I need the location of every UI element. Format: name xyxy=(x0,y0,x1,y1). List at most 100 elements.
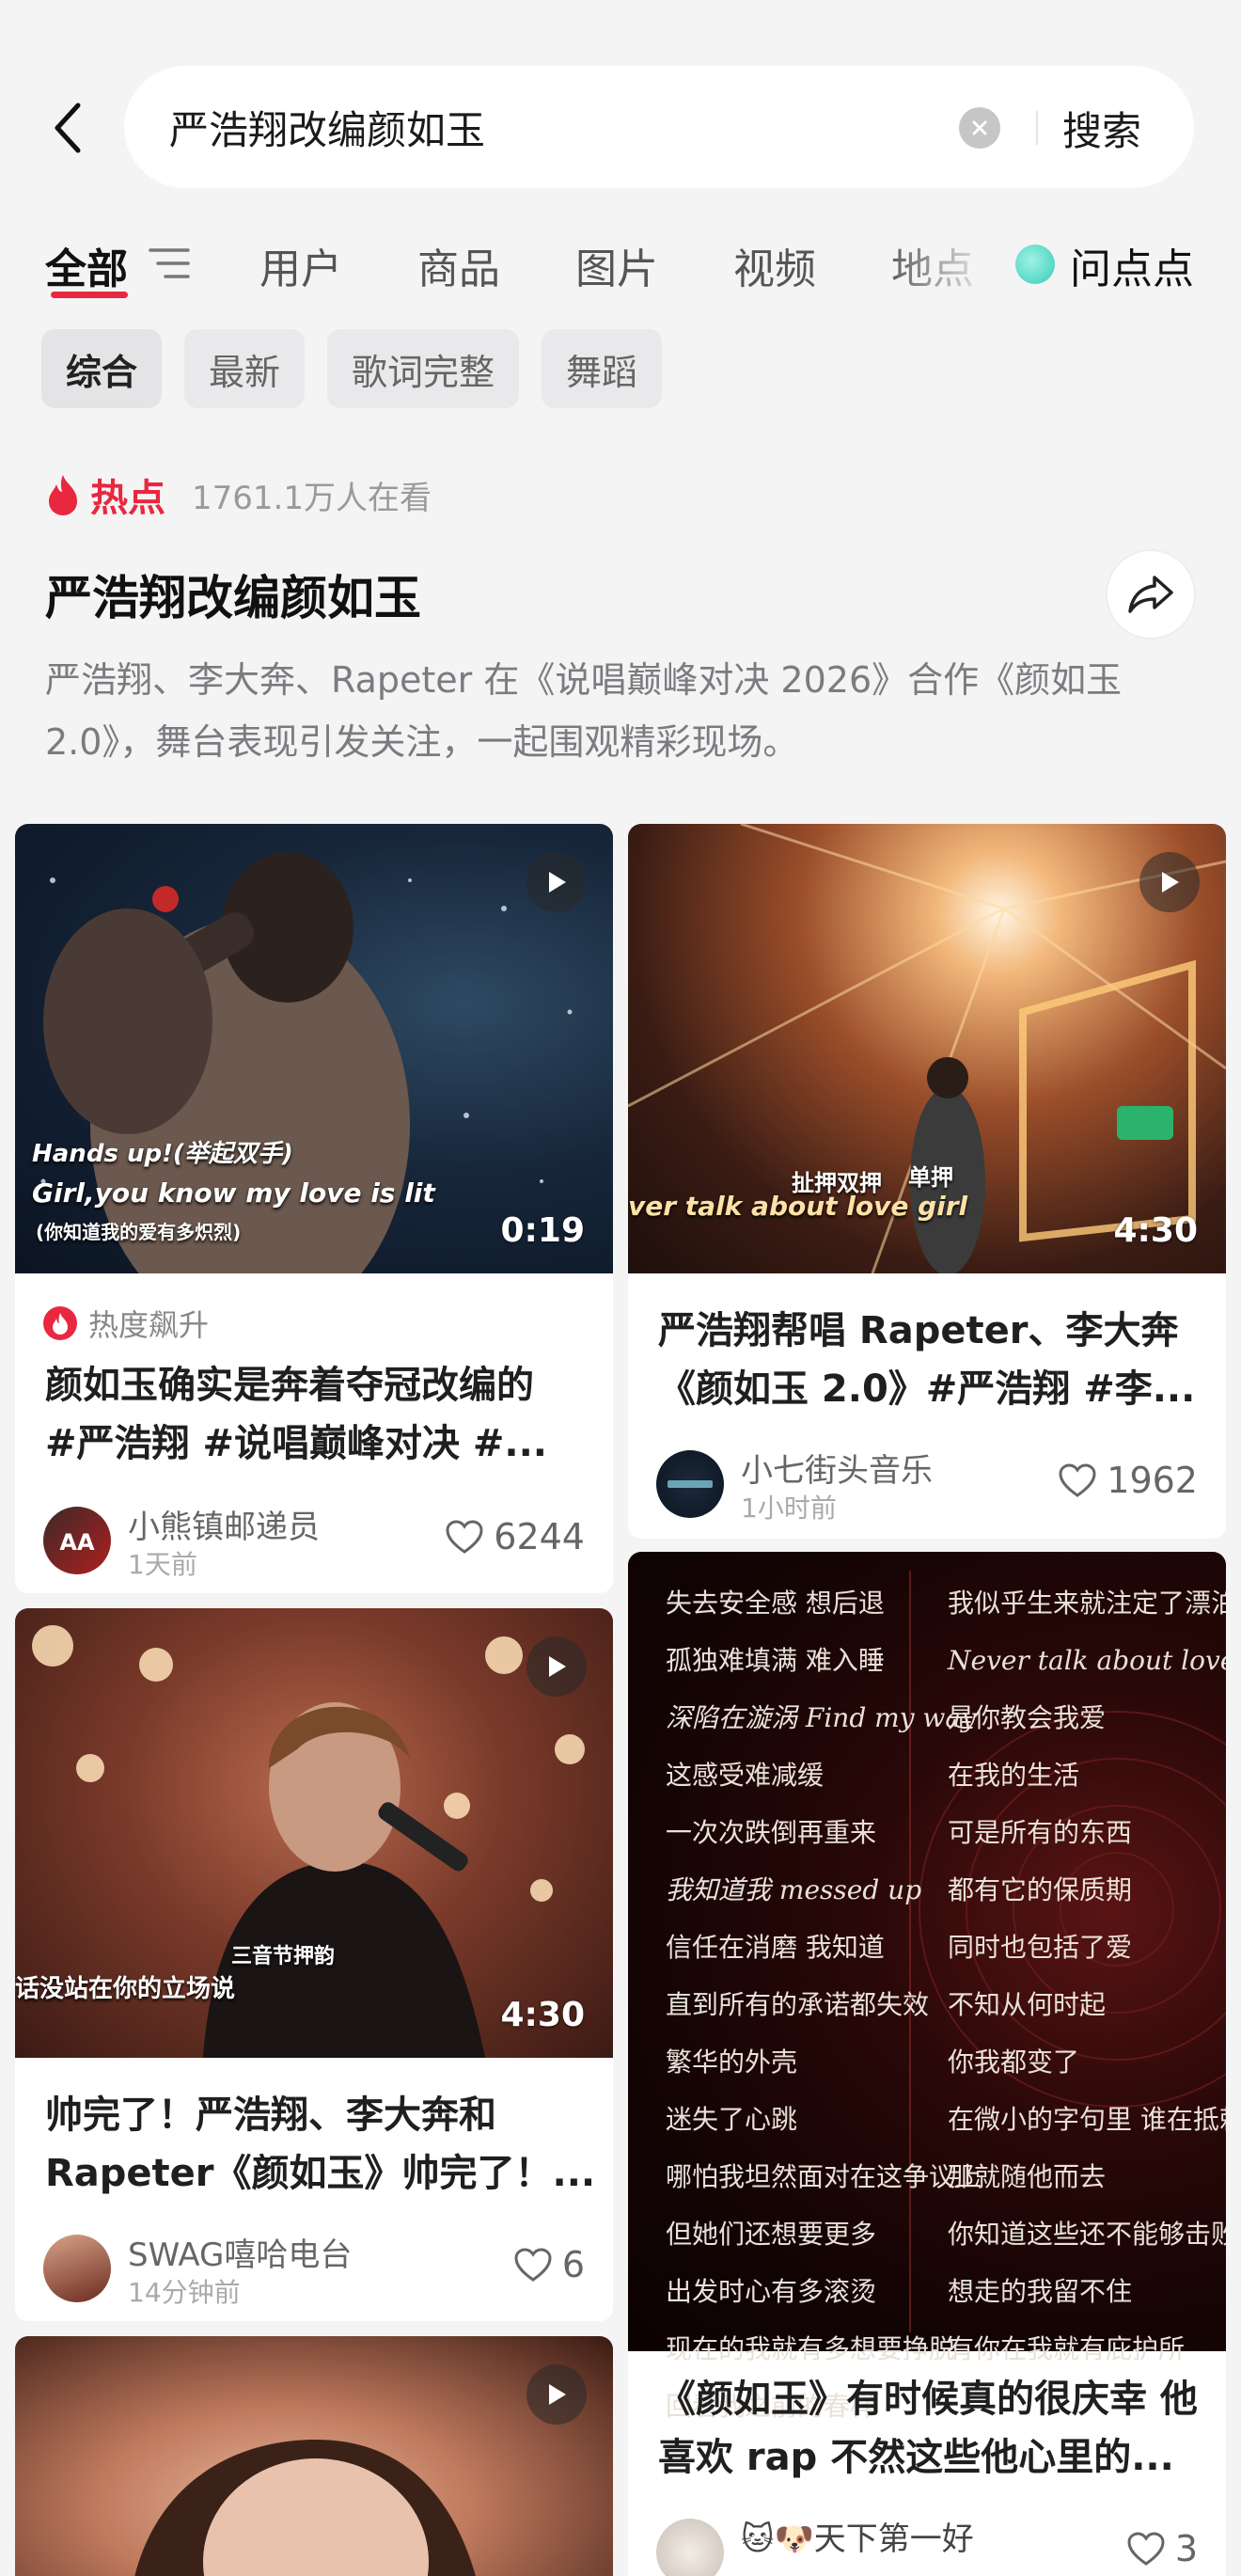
lyric-line: 信任在消磨 我知道 xyxy=(666,1932,885,1963)
flame-icon xyxy=(49,475,77,515)
video-overlay-text: (你知道我的爱有多炽烈) xyxy=(36,1221,242,1243)
like-count: 6244 xyxy=(494,1516,585,1557)
like-button[interactable]: 6244 xyxy=(445,1516,585,1557)
lyrics-image[interactable]: 失去安全感 想后退 孤独难填满 难入睡 深陷在漩涡 Find my way 这感受难减… xyxy=(628,1552,1226,2422)
lyric-line: 失去安全感 想后退 xyxy=(666,1588,885,1619)
post-card[interactable] xyxy=(15,2336,613,2576)
lyric-line: 在我的生活 xyxy=(948,1760,1080,1791)
author-name[interactable]: SWAG嘻哈电台 xyxy=(128,2229,352,2275)
play-icon xyxy=(526,852,587,912)
trending-tag: 热度飙升 xyxy=(43,1302,209,1345)
lyric-line: 但她们还想要更多 xyxy=(666,2219,877,2250)
post-caption[interactable]: 严浩翔帮唱 Rapeter、李大奔 《颜如玉 2.0》#严浩翔 #李... xyxy=(658,1302,1195,1418)
heart-icon xyxy=(1059,1463,1096,1497)
video-thumbnail[interactable]: Hands up!(举起双手) Girl,you know my love is… xyxy=(15,824,613,1273)
lyrics-right-column: 我似乎生来就注定了漂泊 Never talk about love girl 是你教… xyxy=(948,1574,1226,2378)
hot-label: 热点 xyxy=(90,477,165,520)
filter-icon[interactable] xyxy=(149,245,190,286)
post-card[interactable]: 三音节押韵 话没站在你的立场说 4:30 帅完了！严浩翔、李大奔和 Rapete… xyxy=(15,1608,613,2321)
share-button[interactable] xyxy=(1106,549,1196,640)
like-button[interactable]: 3 xyxy=(1126,2528,1198,2569)
chip-full-lyrics[interactable]: 歌词完整 xyxy=(327,329,520,408)
tab-videos[interactable]: 视频 xyxy=(733,235,816,295)
back-button[interactable] xyxy=(41,94,94,162)
lyric-line: 你我都变了 xyxy=(948,2047,1080,2078)
avatar[interactable] xyxy=(656,1450,724,1518)
wendian-button[interactable]: 问点点 xyxy=(1070,235,1194,295)
chip-latest[interactable]: 最新 xyxy=(184,329,306,408)
tab-products[interactable]: 商品 xyxy=(417,235,500,295)
tab-all[interactable]: 全部 xyxy=(45,235,128,295)
play-icon xyxy=(1139,852,1200,912)
tab-fade-overlay xyxy=(884,216,1006,310)
tab-users[interactable]: 用户 xyxy=(259,235,342,295)
lyric-line: Never talk about love girl xyxy=(948,1645,1226,1676)
heart-icon xyxy=(514,2248,552,2282)
back-arrow-icon xyxy=(55,103,81,153)
author-name[interactable]: 🐱🐶天下第一好 xyxy=(741,2513,974,2559)
video-thumbnail[interactable] xyxy=(15,2336,613,2576)
lyric-line: 哪怕我坦然面对在这争议上 xyxy=(666,2161,982,2192)
close-icon xyxy=(972,120,987,135)
clear-search-button[interactable] xyxy=(959,107,1000,149)
video-thumbnail[interactable]: 扯押双押 单押 ver talk about love girl 4:30 xyxy=(628,824,1226,1273)
lyric-line: 这感受难减缓 xyxy=(666,1760,825,1791)
avatar[interactable] xyxy=(43,2235,111,2302)
video-duration: 4:30 xyxy=(1113,1211,1198,1250)
chip-comprehensive[interactable]: 综合 xyxy=(41,329,163,408)
heart-icon xyxy=(1127,2532,1165,2566)
video-overlay-text: 话没站在你的立场说 xyxy=(15,1975,236,2003)
post-card[interactable]: 失去安全感 想后退 孤独难填满 难入睡 深陷在漩涡 Find my way 这感受难减… xyxy=(628,1552,1226,2576)
chip-dance[interactable]: 舞蹈 xyxy=(542,329,663,408)
trending-tag-label: 热度飙升 xyxy=(88,1307,210,1343)
lyric-line: 迷失了心跳 xyxy=(666,2104,798,2135)
lyric-line: 出发时心有多滚烫 xyxy=(666,2276,877,2307)
like-button[interactable]: 1962 xyxy=(1058,1460,1198,1501)
post-time: 1天前 xyxy=(128,1549,197,1580)
avatar[interactable]: AA xyxy=(43,1507,111,1574)
topic-title[interactable]: 严浩翔改编颜如玉 xyxy=(45,561,421,628)
post-caption[interactable]: 帅完了！严浩翔、李大奔和 Rapeter《颜如玉》帅完了！... xyxy=(45,2086,595,2203)
lyric-line: 我似乎生来就注定了漂泊 xyxy=(948,1588,1226,1619)
play-icon xyxy=(526,2364,587,2425)
lyric-line: 我知道我 messed up xyxy=(666,1874,922,1905)
search-query-text[interactable]: 严浩翔改编颜如玉 xyxy=(169,99,485,156)
like-count: 3 xyxy=(1174,2528,1198,2569)
lyric-line: 有你在我就有庇护所 xyxy=(948,2333,1186,2364)
post-time: 14分钟前 xyxy=(128,2277,241,2308)
lyric-line: 那就随他而去 xyxy=(948,2161,1107,2192)
video-thumbnail[interactable]: 三音节押韵 话没站在你的立场说 4:30 xyxy=(15,1608,613,2058)
video-duration: 0:19 xyxy=(500,1211,585,1250)
author-name[interactable]: 小七街头音乐 xyxy=(741,1445,933,1491)
post-caption-line: 《颜如玉》有时候真的很庆幸 他 xyxy=(658,2378,1198,2421)
lyric-line: 不知从何时起 xyxy=(948,1989,1107,2020)
post-card[interactable]: 扯押双押 单押 ver talk about love girl 4:30 严浩… xyxy=(628,824,1226,1539)
avatar[interactable] xyxy=(656,2519,724,2576)
like-count: 1962 xyxy=(1107,1460,1198,1501)
hot-viewers: 1761.1万人在看 xyxy=(192,479,432,517)
author-name[interactable]: 小熊镇邮递员 xyxy=(128,1501,320,1547)
post-caption[interactable]: 颜如玉确实是奔着夺冠改编的 #严浩翔 #说唱巅峰对决 #... xyxy=(45,1356,547,1473)
like-button[interactable]: 6 xyxy=(513,2244,585,2285)
post-caption-line: 严浩翔帮唱 Rapeter、李大奔 xyxy=(658,1309,1179,1352)
tab-images[interactable]: 图片 xyxy=(575,235,658,295)
video-overlay-text: Hands up!(举起双手) xyxy=(32,1140,293,1168)
lyric-line: 想走的我留不住 xyxy=(948,2276,1133,2307)
author-row: SWAG嘻哈电台 14分钟前 6 xyxy=(43,2229,585,2308)
post-caption-line: 帅完了！严浩翔、李大奔和 xyxy=(45,2094,496,2137)
search-input[interactable]: 严浩翔改编颜如玉 搜索 xyxy=(124,66,1194,188)
video-overlay-text: Girl,you know my love is lit xyxy=(32,1177,435,1209)
lyric-line: 同时也包括了爱 xyxy=(948,1932,1133,1963)
wendian-icon[interactable] xyxy=(1015,245,1055,284)
play-icon xyxy=(526,1636,587,1697)
post-card[interactable]: Hands up!(举起双手) Girl,you know my love is… xyxy=(15,824,613,1593)
post-caption[interactable]: 《颜如玉》有时候真的很庆幸 他 喜欢 rap 不然这些他心里的... xyxy=(658,2370,1198,2487)
sort-chips: 综合 最新 歌词完整 舞蹈 xyxy=(41,329,663,408)
lyric-line: 在微小的字句里 谁在抵赖 xyxy=(948,2104,1226,2135)
search-button[interactable]: 搜索 xyxy=(1062,100,1141,157)
video-duration: 4:30 xyxy=(500,1996,585,2034)
lyric-line: 一次次跌倒再重来 xyxy=(666,1817,877,1848)
lyric-line: 是你教会我爱 xyxy=(948,1702,1107,1733)
post-caption-line: 颜如玉确实是奔着夺冠改编的 xyxy=(45,1364,534,1407)
post-caption-line: #严浩翔 #说唱巅峰对决 #... xyxy=(45,1422,547,1465)
